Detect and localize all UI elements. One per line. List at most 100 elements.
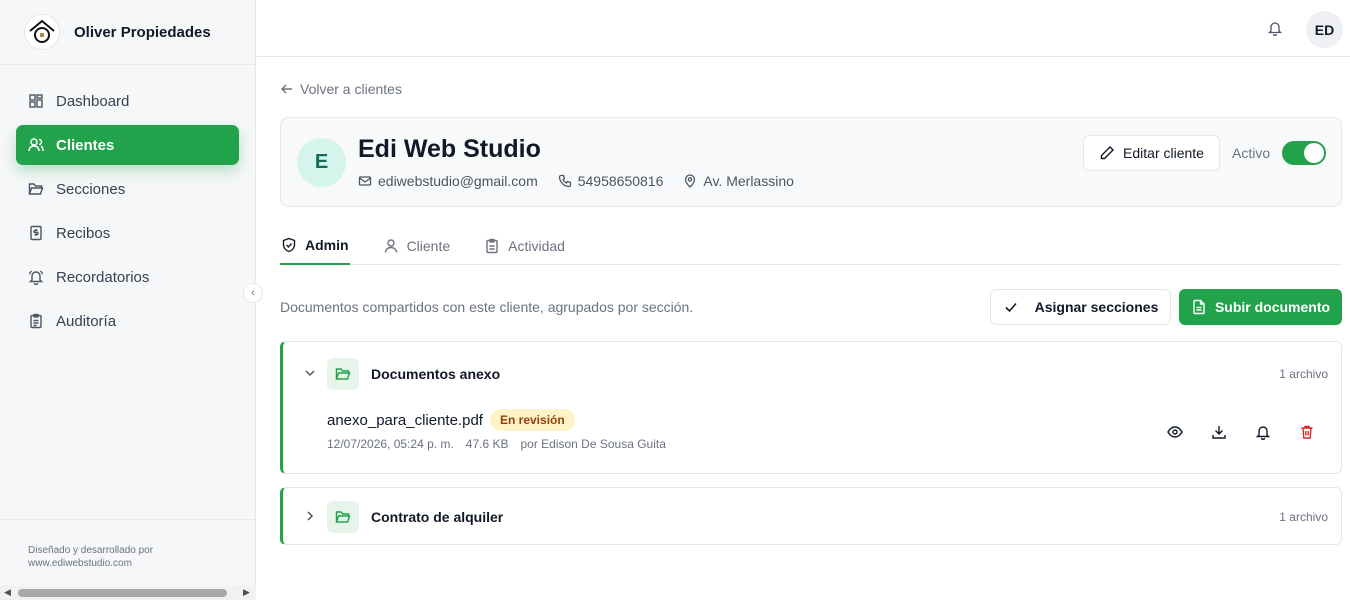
download-file-button[interactable] [1205,418,1233,446]
sidebar-item-recibos[interactable]: Recibos [16,213,239,253]
notifications-bell-icon[interactable] [1267,20,1285,38]
section-title: Contrato de alquiler [371,509,504,525]
brand-logo-icon [24,14,60,50]
scroll-right-arrow-icon[interactable]: ▶ [243,587,250,598]
chevron-down-icon[interactable] [302,365,318,381]
file-meta: 12/07/2026, 05:24 p. m. 47.6 KB por Edis… [327,437,678,451]
bell-icon [1255,426,1271,440]
client-header-card: E Edi Web Studio ediwebstudio@gmail.com … [280,117,1342,207]
scroll-left-arrow-icon[interactable]: ◀ [4,587,11,598]
horizontal-scrollbar[interactable]: ◀ ▶ [0,586,256,600]
file-actions [1161,418,1337,446]
tab-label: Actividad [508,238,565,254]
scrollbar-thumb[interactable] [18,589,227,597]
pencil-icon [1099,145,1115,161]
trash-icon [1301,425,1313,439]
tab-label: Admin [305,237,349,253]
map-pin-icon [683,174,697,188]
client-address-text: Av. Merlassino [703,173,794,189]
sidebar-item-recordatorios[interactable]: Recordatorios [16,257,239,297]
app-root: Oliver Propiedades Dashboard Clientes Se… [0,0,1350,600]
arrow-left-icon [280,82,294,96]
delete-file-button[interactable] [1293,418,1321,446]
section-documentos-anexo: Documentos anexo 1 archivo anexo_para_cl… [280,341,1342,474]
sidebar-item-label: Recibos [56,224,111,242]
client-contact-info: ediwebstudio@gmail.com 54958650816 Av. M… [358,173,814,189]
documents-description: Documentos compartidos con este cliente,… [280,299,694,315]
assign-sections-label: Asignar secciones [1034,299,1159,315]
sidebar-footer: Diseñado y desarrollado por www.ediwebst… [0,519,255,570]
brand-name: Oliver Propiedades [74,23,211,41]
sidebar: Oliver Propiedades Dashboard Clientes Se… [0,0,256,600]
section-file-count: 1 archivo [1279,367,1328,381]
sidebar-item-auditoria[interactable]: Auditoría [16,301,239,341]
file-text-icon [1191,299,1207,315]
sidebar-item-label: Secciones [56,180,126,198]
sidebar-item-label: Clientes [56,136,115,154]
users-icon [28,137,44,153]
section-contrato-de-alquiler: Contrato de alquiler 1 archivo [280,487,1342,545]
user-avatar[interactable]: ED [1306,11,1343,48]
clipboard-icon [484,238,500,254]
user-icon [383,238,399,254]
folder-icon [327,358,359,390]
edit-client-button[interactable]: Editar cliente [1083,135,1220,171]
client-avatar: E [297,138,346,187]
status-label: Activo [1232,145,1271,161]
client-email-text: ediwebstudio@gmail.com [378,173,538,189]
file-row: anexo_para_cliente.pdf En revisión 12/07… [283,404,1341,472]
sidebar-nav: Dashboard Clientes Secciones Recibos Rec… [0,65,255,341]
folder-icon [327,501,359,533]
folder-open-icon [28,181,44,197]
status-badge: En revisión [490,409,575,431]
footer-link[interactable]: www.ediwebstudio.com [28,557,255,570]
view-file-button[interactable] [1161,418,1189,446]
section-header[interactable]: Contrato de alquiler 1 archivo [283,488,1341,544]
eye-icon [1167,426,1183,438]
brand[interactable]: Oliver Propiedades [0,0,255,65]
active-toggle[interactable] [1282,141,1326,165]
phone-icon [558,174,572,188]
tab-actividad[interactable]: Actividad [483,227,566,265]
edit-client-label: Editar cliente [1123,145,1204,161]
sidebar-item-dashboard[interactable]: Dashboard [16,81,239,121]
file-author: por Edison De Sousa Guita [520,437,666,451]
sidebar-collapse-button[interactable]: ‹ [243,283,263,303]
section-header[interactable]: Documentos anexo 1 archivo [283,342,1341,404]
client-email: ediwebstudio@gmail.com [358,173,538,189]
sidebar-item-label: Dashboard [56,92,130,110]
tab-admin[interactable]: Admin [280,227,350,265]
chevron-left-icon: ‹ [251,287,255,299]
back-link-label: Volver a clientes [300,81,402,97]
footer-credit: Diseñado y desarrollado por [28,545,154,556]
shield-check-icon [281,237,297,253]
section-title: Documentos anexo [371,366,501,382]
sidebar-item-label: Recordatorios [56,268,150,286]
bell-ring-icon [28,269,44,285]
dashboard-icon [28,93,44,109]
chevron-right-icon[interactable] [302,508,318,524]
receipt-icon [28,225,44,241]
upload-document-label: Subir documento [1214,299,1331,315]
client-name: Edi Web Studio [358,135,541,163]
check-icon [1003,299,1019,315]
notify-file-button[interactable] [1249,418,1277,446]
mail-icon [358,174,372,188]
download-icon [1212,426,1226,439]
client-phone: 54958650816 [558,173,663,189]
assign-sections-button[interactable]: Asignar secciones [990,289,1171,325]
tab-cliente[interactable]: Cliente [382,227,452,265]
tab-label: Cliente [406,238,451,254]
upload-document-button[interactable]: Subir documento [1179,289,1342,325]
file-name[interactable]: anexo_para_cliente.pdf [327,412,483,429]
sidebar-item-secciones[interactable]: Secciones [16,169,239,209]
file-size: 47.6 KB [465,437,509,451]
sidebar-item-clientes[interactable]: Clientes [16,125,239,165]
file-date: 12/07/2026, 05:24 p. m. [327,437,454,451]
sidebar-item-label: Auditoría [56,312,117,330]
topbar: ED [257,0,1350,57]
toggle-knob [1304,143,1324,163]
section-file-count: 1 archivo [1279,510,1328,524]
clipboard-list-icon [28,313,44,329]
back-to-clients-link[interactable]: Volver a clientes [280,81,402,97]
